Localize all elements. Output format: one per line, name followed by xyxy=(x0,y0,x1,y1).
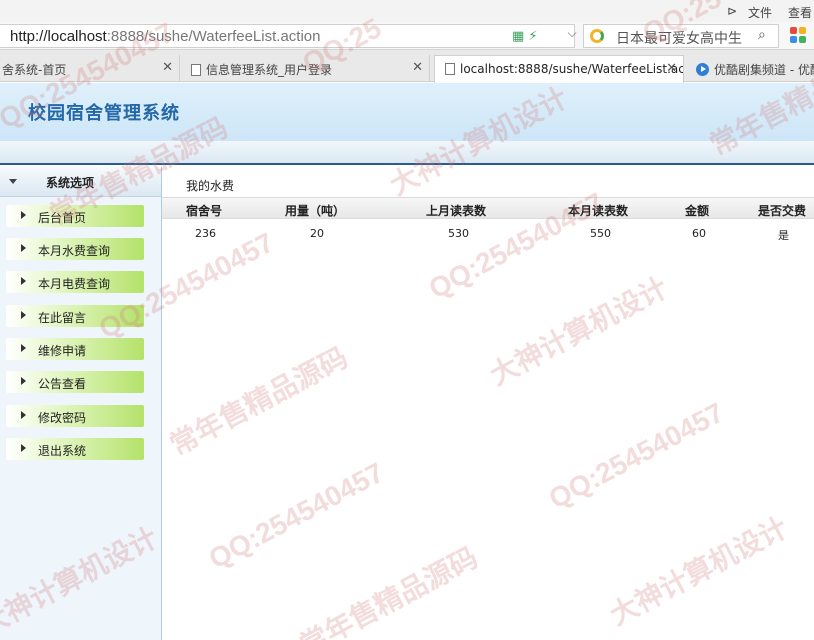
table-header: 宿舍号 用量（吨） 上月读表数 本月读表数 金额 是否交费 xyxy=(162,197,814,219)
sidebar-item-water-fee[interactable]: 本月水费查询 xyxy=(6,238,144,260)
header-strip xyxy=(0,141,814,165)
column-header: 上月读表数 xyxy=(426,204,487,218)
sidebar-item-label: 修改密码 xyxy=(38,411,87,425)
sidebar-item-label: 维修申请 xyxy=(38,344,87,358)
sidebar-item-notices[interactable]: 公告查看 xyxy=(6,371,144,393)
sidebar: 系统选项 后台首页 本月水费查询 本月电费查询 在此留言 维修申请 公告查看 修… xyxy=(0,167,162,640)
sidebar-heading-label: 系统选项 xyxy=(46,176,95,190)
column-header: 金额 xyxy=(685,204,710,218)
sidebar-item-label: 退出系统 xyxy=(38,444,87,458)
url-text: http://localhost:8888/sushe/WaterfeeList… xyxy=(10,28,320,45)
page-icon xyxy=(191,64,201,76)
search-icon[interactable]: ⌕ xyxy=(758,27,766,43)
youku-icon xyxy=(696,63,709,76)
sidebar-item-home[interactable]: 后台首页 xyxy=(6,205,144,227)
sidebar-item-label: 在此留言 xyxy=(38,311,87,325)
browser-menubar: ⊳ 文件 查看 xyxy=(0,0,814,22)
arrow-right-icon xyxy=(21,411,26,419)
app-header: 校园宿舍管理系统 xyxy=(0,83,814,141)
arrow-right-icon xyxy=(21,277,26,285)
arrow-right-icon xyxy=(21,311,26,319)
cell-last-reading: 530 xyxy=(448,227,469,240)
arrow-right-icon xyxy=(21,211,26,219)
collapse-arrow-icon[interactable] xyxy=(9,179,17,184)
search-text: 日本最可爱女高中生 xyxy=(616,31,742,47)
app-title: 校园宿舍管理系统 xyxy=(28,103,180,124)
sidebar-item-repair[interactable]: 维修申请 xyxy=(6,338,144,360)
tab-label: 信息管理系统_用户登录 xyxy=(206,63,333,77)
arrow-right-icon xyxy=(21,444,26,452)
page-icon xyxy=(445,63,455,75)
tab-bar: 舍系统-首页 ✕ 信息管理系统_用户登录 ✕ localhost:8888/su… xyxy=(0,50,814,83)
tab-system-home[interactable]: 舍系统-首页 ✕ xyxy=(0,55,180,82)
address-bar: http://localhost:8888/sushe/WaterfeeList… xyxy=(0,22,814,50)
url-host: http://localhost xyxy=(10,28,107,45)
tab-user-login[interactable]: 信息管理系统_用户登录 ✕ xyxy=(181,55,430,82)
apps-icon[interactable] xyxy=(790,27,806,43)
sidebar-heading[interactable]: 系统选项 xyxy=(0,167,161,197)
sidebar-item-logout[interactable]: 退出系统 xyxy=(6,438,144,460)
cell-paid: 是 xyxy=(778,229,789,242)
sidebar-item-label: 本月水费查询 xyxy=(38,244,111,258)
column-header: 是否交费 xyxy=(758,204,807,218)
menu-file[interactable]: 文件 xyxy=(748,4,772,21)
menu-view[interactable]: 查看 xyxy=(788,4,812,21)
close-icon[interactable]: ✕ xyxy=(162,60,173,75)
arrow-right-icon xyxy=(21,244,26,252)
tab-label: 优酷剧集频道 - 优酷 xyxy=(714,63,814,77)
sidebar-item-label: 公告查看 xyxy=(38,377,87,391)
qr-lightning-icons[interactable]: ▦ ⚡ xyxy=(512,29,538,44)
url-input[interactable]: http://localhost:8888/sushe/WaterfeeList… xyxy=(0,24,575,48)
url-dropdown-icon[interactable]: ⌵ xyxy=(560,26,584,46)
close-icon[interactable]: ✕ xyxy=(412,60,423,75)
main-content: 我的水费 宿舍号 用量（吨） 上月读表数 本月读表数 金额 是否交费 236 2… xyxy=(162,167,814,640)
tab-label: localhost:8888/sushe/WaterfeeList.ac xyxy=(460,62,684,76)
search-input[interactable]: 日本最可爱女高中生 ⌕ xyxy=(583,24,779,48)
cell-amount: 60 xyxy=(692,227,706,240)
close-icon[interactable]: ✕ xyxy=(666,61,677,76)
cell-room: 236 xyxy=(195,227,216,240)
tab-label: 舍系统-首页 xyxy=(2,63,67,77)
url-path: :8888/sushe/WaterfeeList.action xyxy=(106,28,321,45)
column-header: 本月读表数 xyxy=(568,204,629,218)
search-engine-icon[interactable] xyxy=(590,29,604,43)
sidebar-item-electric-fee[interactable]: 本月电费查询 xyxy=(6,271,144,293)
cell-usage: 20 xyxy=(310,227,324,240)
arrow-right-icon xyxy=(21,377,26,385)
tab-waterfee-list[interactable]: localhost:8888/sushe/WaterfeeList.ac ✕ xyxy=(434,55,684,83)
sidebar-item-label: 后台首页 xyxy=(38,211,87,225)
sidebar-item-message[interactable]: 在此留言 xyxy=(6,305,144,327)
breadcrumb: 我的水费 xyxy=(186,179,235,193)
sidebar-item-password[interactable]: 修改密码 xyxy=(6,405,144,427)
arrow-right-icon xyxy=(21,344,26,352)
cell-current-reading: 550 xyxy=(590,227,611,240)
column-header: 用量（吨） xyxy=(285,204,346,218)
menu-toggle-icon[interactable]: ⊳ xyxy=(727,4,737,18)
tab-youku[interactable]: 优酷剧集频道 - 优酷 xyxy=(686,55,814,82)
column-header: 宿舍号 xyxy=(186,204,223,218)
sidebar-item-label: 本月电费查询 xyxy=(38,277,111,291)
